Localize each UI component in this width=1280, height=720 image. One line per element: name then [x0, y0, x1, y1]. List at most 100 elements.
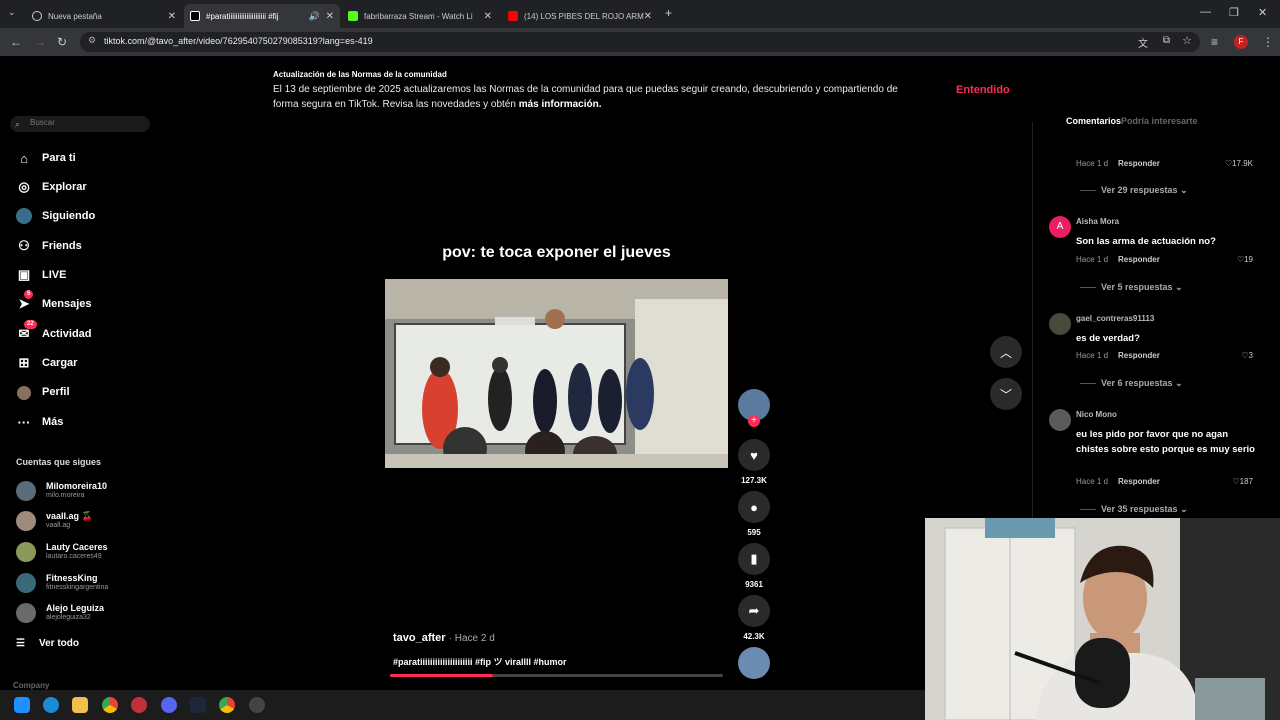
sidebar-item-mas[interactable]: ··· Más: [16, 411, 64, 433]
video-tags[interactable]: #paratiiiiiiiiiiiiiiiiiiiii #fip ツ viral…: [393, 655, 567, 668]
follow-plus-icon[interactable]: +: [748, 415, 760, 427]
comment-like[interactable]: ♡19: [1237, 255, 1253, 264]
comment-text: eu les pido por favor que no agan chiste…: [1076, 429, 1255, 455]
tab-podria-interesarte[interactable]: Podría interesarte: [1121, 116, 1198, 126]
close-tab-icon[interactable]: ✕: [644, 11, 652, 22]
maximize-icon[interactable]: ❐: [1229, 6, 1239, 19]
sidebar-item-mensajes[interactable]: ➤ 5 Mensajes: [16, 290, 92, 315]
search-input[interactable]: ⌕ Buscar: [10, 116, 150, 132]
sidebar-item-actividad[interactable]: ✉ 22 Actividad: [16, 320, 92, 345]
notice-ok-button[interactable]: Entendido: [956, 84, 1010, 96]
comment-user[interactable]: Aisha Mora: [1076, 217, 1119, 226]
bookmark-star-icon[interactable]: ☆: [1182, 34, 1192, 47]
url-text[interactable]: tiktok.com/@tavo_after/video/76295407502…: [104, 36, 373, 46]
close-window-icon[interactable]: ✕: [1258, 6, 1267, 19]
avatar[interactable]: [1049, 313, 1071, 335]
menu-icon[interactable]: ⋮: [1262, 35, 1274, 49]
reply-button[interactable]: Responder: [1118, 351, 1160, 360]
profile-avatar[interactable]: F: [1234, 35, 1248, 49]
comment-user[interactable]: gael_contreras91113: [1076, 314, 1154, 323]
like-button[interactable]: ♥: [738, 439, 770, 471]
chevron-down-icon: ⌄: [1180, 504, 1188, 514]
site-info-icon[interactable]: ⚙: [88, 35, 96, 46]
tab-youtube[interactable]: (14) LOS PIBES DEL ROJO ARM ✕: [502, 4, 658, 28]
reply-button[interactable]: Responder: [1118, 477, 1160, 486]
translate-icon[interactable]: 文: [1138, 35, 1148, 50]
chrome-icon[interactable]: [102, 697, 118, 713]
close-tab-icon[interactable]: ✕: [168, 11, 176, 22]
back-icon[interactable]: ←: [10, 35, 22, 49]
discord-icon[interactable]: [161, 697, 177, 713]
address-bar-row: ← → ↻ ⚙ tiktok.com/@tavo_after/video/762…: [0, 28, 1280, 56]
edge-icon[interactable]: [43, 697, 59, 713]
list-icon: ☰: [16, 638, 25, 649]
speaker-icon[interactable]: 🔊: [309, 11, 320, 22]
reading-list-icon[interactable]: ≡: [1211, 35, 1218, 49]
view-replies[interactable]: Ver 35 respuestas ⌄: [1080, 504, 1188, 515]
comment-like[interactable]: ♡187: [1232, 477, 1253, 486]
webcam-frame: [925, 518, 1280, 720]
new-tab-icon[interactable]: +: [665, 6, 672, 20]
install-icon[interactable]: ⧉: [1163, 35, 1170, 46]
video-player[interactable]: [385, 279, 728, 468]
comment-like[interactable]: ♡17.9K: [1225, 159, 1253, 168]
sidebar-item-live[interactable]: ▣ LIVE: [16, 264, 67, 286]
comment-meta: Hace 1 d Responder: [1076, 255, 1160, 264]
tab-kick-stream[interactable]: fabribarraza Stream - Watch Li ✕: [342, 4, 498, 28]
view-replies[interactable]: Ver 29 respuestas ⌄: [1080, 185, 1188, 196]
video-progress-bar[interactable]: [390, 674, 723, 677]
comment-button[interactable]: ●: [738, 491, 770, 523]
following-icon: [16, 208, 32, 225]
file-explorer-icon[interactable]: [72, 697, 88, 713]
windows-start-icon[interactable]: [14, 697, 30, 713]
compass-icon: ◎: [18, 179, 30, 194]
sidebar-item-cargar[interactable]: ⊞ Cargar: [16, 352, 78, 374]
obs-icon[interactable]: [249, 697, 265, 713]
sidebar-item-friends[interactable]: ⚇ Friends: [16, 235, 82, 257]
view-replies[interactable]: Ver 6 respuestas ⌄: [1080, 378, 1183, 389]
prev-video-button[interactable]: ︿: [990, 336, 1022, 368]
tab-comentarios[interactable]: Comentarios: [1066, 116, 1121, 126]
comments-divider: [1032, 122, 1033, 518]
avatar: [16, 603, 36, 623]
url-field[interactable]: ⚙ tiktok.com/@tavo_after/video/762954075…: [80, 32, 1200, 52]
video-progress-fill: [390, 674, 494, 677]
video-author[interactable]: tavo_after · Hace 2 d: [393, 632, 495, 644]
view-replies[interactable]: Ver 5 respuestas ⌄: [1080, 282, 1183, 293]
save-button[interactable]: ▮: [738, 543, 770, 575]
sound-disc[interactable]: [738, 647, 770, 679]
forward-icon[interactable]: →: [34, 35, 46, 49]
minimize-icon[interactable]: —: [1200, 6, 1211, 18]
close-tab-icon[interactable]: ✕: [484, 11, 492, 22]
reply-button[interactable]: Responder: [1118, 255, 1160, 264]
share-button[interactable]: ➦: [738, 595, 770, 627]
reply-button[interactable]: Responder: [1118, 159, 1160, 168]
tab-new-tab[interactable]: Nueva pestaña ✕: [26, 4, 182, 28]
browser-tab-bar: ⌄ Nueva pestaña ✕ #paratiiiiiiiiiiiiiiii…: [0, 0, 1280, 28]
sidebar-item-explorar[interactable]: ◎ Explorar: [16, 176, 86, 198]
chrome-active-icon[interactable]: [219, 697, 235, 713]
tab-search-icon[interactable]: ⌄: [8, 7, 16, 18]
taskbar: [0, 690, 925, 720]
notice-link[interactable]: más información.: [519, 99, 602, 110]
avatar[interactable]: [1049, 409, 1071, 431]
app-icon[interactable]: [131, 697, 147, 713]
next-video-button[interactable]: ﹀: [990, 378, 1022, 410]
video-caption: pov: te toca exponer el jueves: [442, 244, 671, 261]
see-all-button[interactable]: ☰ Ver todo: [16, 638, 79, 649]
close-tab-icon[interactable]: ✕: [326, 11, 334, 22]
notice-title: Actualización de las Normas de la comuni…: [273, 70, 447, 79]
avatar[interactable]: A: [1049, 216, 1071, 238]
comment-user[interactable]: Nico Mono: [1076, 410, 1117, 419]
comment-like[interactable]: ♡3: [1241, 351, 1253, 360]
reload-icon[interactable]: ↻: [57, 35, 67, 49]
steam-icon[interactable]: [190, 697, 206, 713]
comment-text: Son las arma de actuación no?: [1076, 236, 1216, 247]
tab-tiktok[interactable]: #paratiiiiiiiiiiiiiiiiiiiii #fij 🔊 ✕: [184, 4, 340, 28]
sidebar-item-perfil[interactable]: Perfil: [16, 381, 70, 403]
sidebar-item-siguiendo[interactable]: Siguiendo: [16, 205, 95, 227]
footer-company[interactable]: Company: [13, 681, 49, 690]
chevron-down-icon: ﹀: [999, 387, 1012, 402]
sidebar-item-para-ti[interactable]: ⌂ Para ti: [16, 147, 76, 169]
comment-count: 595: [747, 528, 761, 537]
